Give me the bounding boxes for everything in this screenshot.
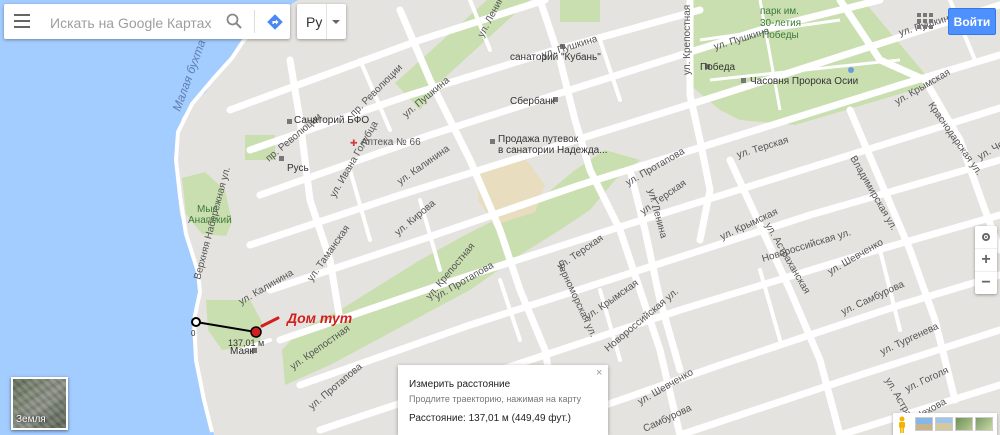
my-location-button[interactable] xyxy=(975,226,997,249)
language-separator xyxy=(326,4,327,39)
login-button[interactable]: Войти xyxy=(948,8,996,35)
language-value: Ру xyxy=(306,14,323,30)
imagery-thumbnail-4[interactable] xyxy=(975,417,993,431)
poi-label: Маяк xyxy=(230,346,254,357)
park-label: 30-летия xyxy=(760,18,801,29)
imagery-thumbnail-2[interactable] xyxy=(935,417,953,431)
zoom-in-button[interactable]: + xyxy=(975,249,997,272)
search-separator xyxy=(254,10,255,33)
search-icon[interactable] xyxy=(226,13,242,29)
earth-label: Земля xyxy=(16,414,46,425)
measure-start-label: 0 xyxy=(191,329,196,338)
poi-label: Русь xyxy=(287,163,309,174)
menu-icon[interactable] xyxy=(14,14,30,28)
chevron-down-icon[interactable] xyxy=(332,20,340,24)
imagery-thumbnail-1[interactable] xyxy=(915,417,933,431)
imagery-thumbnail-3[interactable] xyxy=(955,417,973,431)
park-label: парк им. xyxy=(760,6,799,17)
minus-icon: − xyxy=(981,274,991,291)
poi-label: в санатории Надежда... xyxy=(498,145,608,156)
directions-icon[interactable] xyxy=(266,13,284,31)
poi-label: Аптека № 66 xyxy=(361,137,421,148)
poi-label: Победа xyxy=(700,61,736,73)
measure-hint: Продлите траекторию, нажимая на карту xyxy=(409,394,582,404)
search-box xyxy=(4,4,290,39)
zoom-out-button[interactable]: − xyxy=(975,272,997,294)
measure-title: Измерить расстояние xyxy=(409,379,511,390)
poi-label: Сбербанк xyxy=(510,95,556,107)
apps-grid-icon[interactable] xyxy=(917,13,933,29)
park-label: Победы xyxy=(762,29,799,41)
pegman-icon[interactable] xyxy=(895,416,909,433)
poi-label: Часовня Пророка Осии xyxy=(750,76,858,87)
plus-icon: + xyxy=(981,251,991,268)
earth-view-toggle[interactable]: Земля xyxy=(11,377,68,430)
poi-label: санаторий "Кубань" xyxy=(510,51,601,63)
my-location-icon xyxy=(982,233,990,241)
street-label: ул. Крепостная xyxy=(682,5,693,75)
bottom-tools xyxy=(893,413,997,435)
poi-label: Санаторий БФО xyxy=(294,115,369,126)
map-controls: + − xyxy=(975,226,997,294)
poi-label: Продажа путевок xyxy=(498,134,579,145)
cape-label: Мыс xyxy=(197,204,218,215)
annotation-text: Дом тут xyxy=(286,310,352,326)
measure-distance-card: Измерить расстояние Продлите траекторию,… xyxy=(398,365,608,435)
measure-end-point xyxy=(250,326,262,338)
language-select[interactable]: Ру xyxy=(297,4,346,39)
cape-label: Анапский xyxy=(188,215,232,226)
park-small-2 xyxy=(560,0,600,22)
measure-distance: Расстояние: 137,01 м (449,49 фут.) xyxy=(409,413,571,424)
close-icon[interactable]: × xyxy=(596,367,602,379)
search-input[interactable] xyxy=(48,12,222,34)
measure-start-point xyxy=(191,317,201,327)
